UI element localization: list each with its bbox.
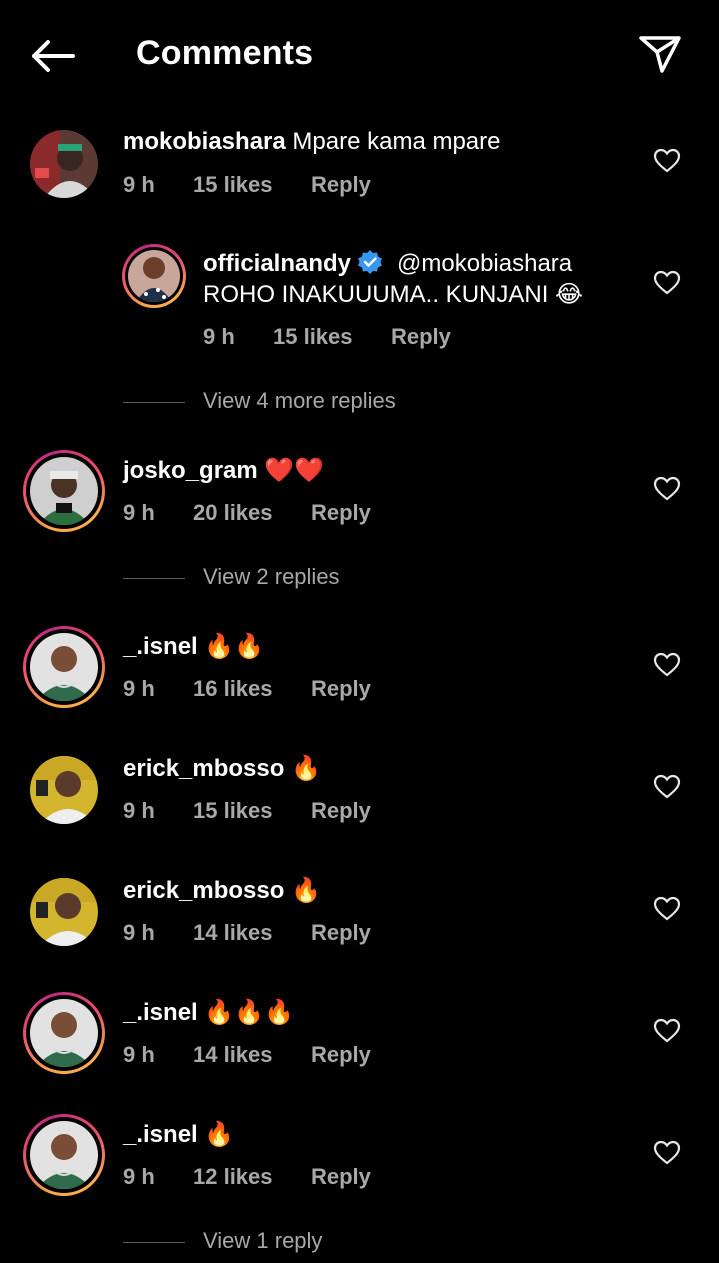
comment-body: 🔥🔥 — [204, 632, 265, 660]
verified-badge-icon — [358, 250, 383, 274]
view-replies-label: View 1 reply — [203, 1228, 323, 1253]
avatar — [30, 633, 98, 701]
heart-icon[interactable] — [653, 270, 681, 296]
comment-meta: 9 h 16 likes Reply — [123, 676, 423, 704]
comment-time: 9 h — [203, 324, 235, 349]
avatar[interactable] — [30, 130, 98, 198]
comment-likes[interactable]: 14 likes — [193, 1042, 273, 1068]
comment-time: 9 h — [123, 676, 155, 701]
comment-time: 9 h — [123, 500, 155, 525]
comment-username[interactable]: mokobiashara — [123, 128, 286, 155]
comment-text: erick_mbosso 🔥 — [123, 753, 321, 784]
divider — [123, 578, 185, 579]
comment-body: 🔥 — [204, 1120, 235, 1148]
avatar — [30, 999, 98, 1067]
comment-likes[interactable]: 15 likes — [273, 324, 353, 350]
comment-meta: 9 h 15 likes Reply — [123, 172, 423, 200]
view-replies-button[interactable]: View 4 more replies — [123, 388, 523, 418]
view-replies-label: View 4 more replies — [203, 388, 396, 413]
comment-username[interactable]: josko_gram — [123, 457, 258, 484]
story-ring[interactable] — [23, 992, 105, 1074]
comment-body: 🔥🔥🔥 — [204, 998, 295, 1026]
comment-meta: 9 h 14 likes Reply — [123, 1042, 423, 1070]
reply-text-line1: officialnandy @mokobiashara — [203, 249, 572, 279]
heart-icon[interactable] — [653, 652, 681, 678]
avatar — [128, 250, 180, 302]
arrow-left-icon — [32, 40, 75, 72]
reply-button[interactable]: Reply — [311, 1042, 371, 1068]
comment-meta: 9 h 15 likes Reply — [203, 324, 503, 352]
story-ring[interactable] — [23, 450, 105, 532]
top-bar: Comments — [0, 0, 719, 112]
comment-time: 9 h — [123, 1164, 155, 1189]
comment-text: _.isnel 🔥 — [123, 1119, 234, 1150]
comment-likes[interactable]: 12 likes — [193, 1164, 273, 1190]
comment-time: 9 h — [123, 920, 155, 945]
comment-body: 🔥 — [291, 754, 321, 782]
comment-username[interactable]: _.isnel — [123, 1121, 198, 1148]
view-replies-button[interactable]: View 1 reply — [123, 1228, 523, 1258]
comment-meta: 9 h 12 likes Reply — [123, 1164, 423, 1192]
comment-text: _.isnel 🔥🔥 — [123, 631, 264, 662]
comment-username[interactable]: officialnandy — [203, 250, 351, 277]
comment-text: mokobiashara Mpare kama mpare — [123, 127, 500, 157]
comment-time: 9 h — [123, 1042, 155, 1067]
reply-button[interactable]: Reply — [311, 798, 371, 824]
comment-meta: 9 h 15 likes Reply — [123, 798, 423, 826]
story-ring[interactable] — [23, 1114, 105, 1196]
comment-likes[interactable]: 16 likes — [193, 676, 273, 702]
back-button[interactable] — [26, 34, 78, 78]
comment-body: ❤️❤️ — [264, 456, 325, 484]
comment-username[interactable]: _.isnel — [123, 633, 198, 660]
comment-time: 9 h — [123, 798, 155, 823]
comment-meta: 9 h 14 likes Reply — [123, 920, 423, 948]
comment-body: 🔥 — [291, 876, 321, 904]
comment-time: 9 h — [123, 172, 155, 197]
reply-button[interactable]: Reply — [311, 920, 371, 946]
view-replies-label: View 2 replies — [203, 564, 340, 589]
reply-button[interactable]: Reply — [311, 172, 371, 198]
reply-button[interactable]: Reply — [391, 324, 451, 350]
avatar — [30, 457, 98, 525]
story-ring[interactable] — [122, 244, 186, 308]
heart-icon[interactable] — [653, 148, 681, 174]
comment-text: josko_gram ❤️❤️ — [123, 455, 324, 486]
heart-icon[interactable] — [653, 476, 681, 502]
comment-meta: 9 h 20 likes Reply — [123, 500, 423, 528]
heart-icon[interactable] — [653, 896, 681, 922]
page-title: Comments — [136, 34, 314, 72]
reply-button[interactable]: Reply — [311, 1164, 371, 1190]
share-button[interactable] — [636, 30, 684, 78]
divider — [123, 1242, 185, 1243]
comment-username[interactable]: erick_mbosso — [123, 755, 284, 782]
avatar — [30, 1121, 98, 1189]
comment-text: erick_mbosso 🔥 — [123, 875, 321, 906]
comment-body: Mpare kama mpare — [292, 128, 501, 155]
comment-username[interactable]: erick_mbosso — [123, 877, 284, 904]
view-replies-button[interactable]: View 2 replies — [123, 564, 523, 594]
heart-icon[interactable] — [653, 1140, 681, 1166]
reply-button[interactable]: Reply — [311, 500, 371, 526]
heart-icon[interactable] — [653, 1018, 681, 1044]
mention-link[interactable]: @mokobiashara — [397, 250, 572, 277]
avatar[interactable] — [30, 756, 98, 824]
story-ring[interactable] — [23, 626, 105, 708]
avatar[interactable] — [30, 878, 98, 946]
comment-likes[interactable]: 20 likes — [193, 500, 273, 526]
comment-likes[interactable]: 15 likes — [193, 798, 273, 824]
divider — [123, 402, 185, 403]
heart-icon[interactable] — [653, 774, 681, 800]
comment-likes[interactable]: 14 likes — [193, 920, 273, 946]
reply-body: ROHO INAKUUUMA.. KUNJANI 😂 — [203, 281, 584, 308]
comment-text: _.isnel 🔥🔥🔥 — [123, 997, 294, 1028]
comment-likes[interactable]: 15 likes — [193, 172, 273, 198]
reply-button[interactable]: Reply — [311, 676, 371, 702]
paper-plane-icon — [639, 36, 681, 73]
comment-username[interactable]: _.isnel — [123, 999, 198, 1026]
